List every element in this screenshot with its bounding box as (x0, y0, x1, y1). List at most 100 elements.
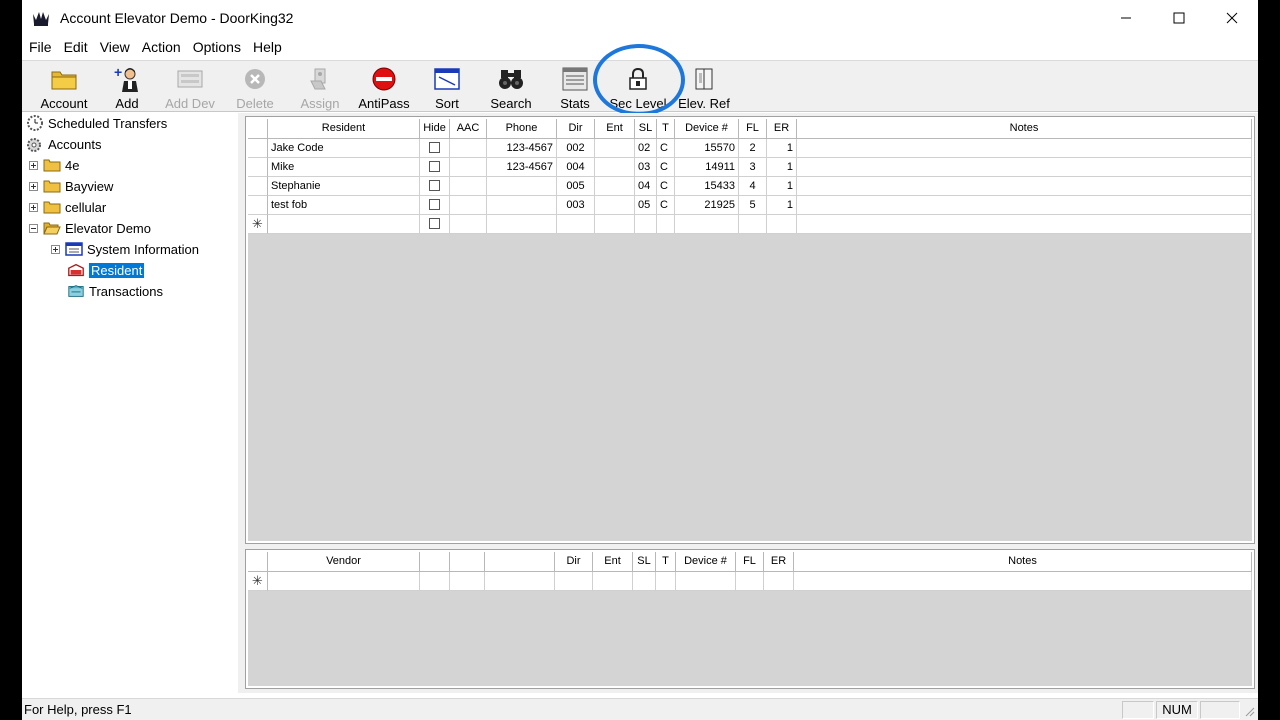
menu-options[interactable]: Options (187, 37, 247, 59)
close-button[interactable] (1205, 0, 1258, 36)
table-row[interactable]: Mike 123-4567 004 03 C 14911 3 1 (248, 158, 1252, 177)
cell-dir[interactable]: 005 (557, 177, 595, 196)
cell-er[interactable]: 1 (767, 158, 797, 177)
cell-t[interactable]: C (657, 196, 675, 215)
cell-dir[interactable]: 003 (557, 196, 595, 215)
cell-aac[interactable] (450, 139, 487, 158)
hide-checkbox[interactable] (429, 161, 440, 172)
cell-device[interactable]: 15433 (675, 177, 739, 196)
delete-button[interactable]: Delete (232, 61, 278, 111)
cell-resident[interactable]: Jake Code (268, 139, 420, 158)
search-button[interactable]: Search (486, 61, 536, 111)
cell-phone[interactable] (487, 196, 557, 215)
new-row[interactable]: ✳ (248, 215, 1252, 234)
table-row[interactable]: test fob 003 05 C 21925 5 1 (248, 196, 1252, 215)
expand-icon[interactable] (51, 244, 60, 254)
header-sl[interactable]: SL (635, 119, 657, 139)
tree-item-resident[interactable]: Resident (67, 260, 146, 280)
header-device[interactable]: Device # (675, 119, 739, 139)
cell-device[interactable]: 15570 (675, 139, 739, 158)
hide-checkbox[interactable] (429, 199, 440, 210)
cell-fl[interactable]: 4 (739, 177, 767, 196)
cell-sl[interactable]: 02 (635, 139, 657, 158)
sec-level-button[interactable]: Sec Level (608, 61, 668, 111)
header-fl[interactable]: FL (739, 119, 767, 139)
elev-ref-button[interactable]: Elev. Ref (674, 61, 734, 111)
assign-button[interactable]: Assign (297, 61, 343, 111)
cell-hide[interactable] (420, 139, 450, 158)
expand-icon[interactable] (29, 202, 38, 212)
tree-item-transactions[interactable]: Transactions (67, 281, 163, 301)
cell-phone[interactable] (487, 177, 557, 196)
cell-sl[interactable]: 04 (635, 177, 657, 196)
tree-item-elevator-demo[interactable]: Elevator Demo (29, 218, 151, 238)
add-dev-button[interactable]: Add Dev (162, 61, 218, 111)
cell-aac[interactable] (450, 196, 487, 215)
cell-hide[interactable] (420, 196, 450, 215)
cell-t[interactable]: C (657, 158, 675, 177)
hide-checkbox[interactable] (429, 180, 440, 191)
cell-er[interactable]: 1 (767, 139, 797, 158)
maximize-button[interactable] (1152, 0, 1205, 36)
header-fl[interactable]: FL (736, 552, 764, 572)
header-er[interactable]: ER (767, 119, 797, 139)
header-phone[interactable]: Phone (487, 119, 557, 139)
header-dir[interactable]: Dir (555, 552, 593, 572)
cell-aac[interactable] (450, 158, 487, 177)
tree-item-bayview[interactable]: Bayview (29, 176, 113, 196)
header-sl[interactable]: SL (633, 552, 656, 572)
tree-item-system-information[interactable]: System Information (51, 239, 199, 259)
cell-t[interactable]: C (657, 177, 675, 196)
header-hide[interactable]: Hide (420, 119, 450, 139)
cell-ent[interactable] (595, 196, 635, 215)
cell-resident[interactable]: test fob (268, 196, 420, 215)
table-row[interactable]: Jake Code 123-4567 002 02 C 15570 2 1 (248, 139, 1252, 158)
header-t[interactable]: T (656, 552, 676, 572)
header-er[interactable]: ER (764, 552, 794, 572)
tree-item-cellular[interactable]: cellular (29, 197, 106, 217)
new-row[interactable]: ✳ (248, 572, 1252, 591)
resize-grip-icon[interactable] (1243, 705, 1255, 720)
cell-er[interactable]: 1 (767, 196, 797, 215)
cell-sl[interactable]: 03 (635, 158, 657, 177)
header-vendor[interactable]: Vendor (268, 552, 420, 572)
minimize-button[interactable] (1099, 0, 1152, 36)
menu-view[interactable]: View (94, 37, 136, 59)
header-ent[interactable]: Ent (593, 552, 633, 572)
cell-fl[interactable]: 2 (739, 139, 767, 158)
cell-notes[interactable] (797, 158, 1252, 177)
cell-notes[interactable] (797, 196, 1252, 215)
stats-button[interactable]: Stats (555, 61, 595, 111)
cell-hide[interactable] (420, 177, 450, 196)
cell-er[interactable]: 1 (767, 177, 797, 196)
header-device[interactable]: Device # (676, 552, 736, 572)
antipass-button[interactable]: AntiPass (355, 61, 413, 111)
header-notes[interactable]: Notes (794, 552, 1252, 572)
cell-fl[interactable]: 3 (739, 158, 767, 177)
sort-button[interactable]: Sort (427, 61, 467, 111)
hide-checkbox[interactable] (429, 218, 440, 229)
cell-phone[interactable]: 123-4567 (487, 158, 557, 177)
header-t[interactable]: T (657, 119, 675, 139)
cell-ent[interactable] (595, 139, 635, 158)
menu-help[interactable]: Help (247, 37, 288, 59)
cell-sl[interactable]: 05 (635, 196, 657, 215)
cell-resident[interactable]: Stephanie (268, 177, 420, 196)
cell-device[interactable]: 21925 (675, 196, 739, 215)
collapse-icon[interactable] (29, 223, 38, 233)
expand-icon[interactable] (29, 160, 38, 170)
table-row[interactable]: Stephanie 005 04 C 15433 4 1 (248, 177, 1252, 196)
cell-dir[interactable]: 004 (557, 158, 595, 177)
cell-notes[interactable] (797, 139, 1252, 158)
cell-t[interactable]: C (657, 139, 675, 158)
cell-ent[interactable] (595, 158, 635, 177)
cell-resident[interactable]: Mike (268, 158, 420, 177)
cell-notes[interactable] (797, 177, 1252, 196)
cell-hide[interactable] (420, 158, 450, 177)
account-button[interactable]: Account (34, 61, 94, 111)
header-notes[interactable]: Notes (797, 119, 1252, 139)
tree-item-accounts[interactable]: Accounts (26, 134, 101, 154)
cell-fl[interactable]: 5 (739, 196, 767, 215)
header-resident[interactable]: Resident (268, 119, 420, 139)
header-aac[interactable]: AAC (450, 119, 487, 139)
